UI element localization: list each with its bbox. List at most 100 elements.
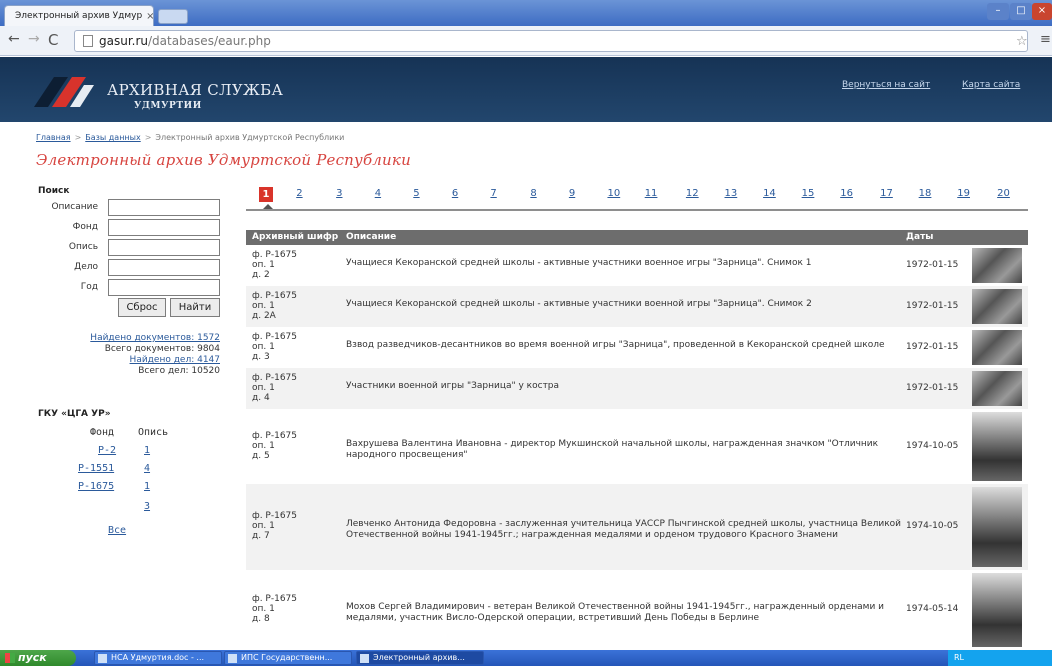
back-to-site-link[interactable]: Вернуться на сайт — [842, 80, 930, 90]
page-link[interactable]: 11 — [645, 188, 658, 199]
photo-thumbnail[interactable] — [972, 289, 1022, 324]
search-heading: Поиск — [38, 186, 70, 196]
site-header: АРХИВНАЯ СЛУЖБА УДМУРТИИ Вернуться на са… — [0, 57, 1052, 122]
page-link[interactable]: 9 — [569, 188, 575, 199]
record-description[interactable]: Левченко Антонида Федоровна - заслуженна… — [346, 519, 906, 541]
find-button[interactable]: Найти — [170, 298, 220, 317]
window-minimize-button[interactable]: – — [987, 3, 1009, 20]
window-maximize-button[interactable]: □ — [1010, 3, 1032, 20]
all-funds-link[interactable]: Все — [108, 525, 126, 536]
opis-link[interactable]: 1 — [144, 481, 150, 492]
browser-titlebar: Электронный архив Удмур × – □ × — [0, 0, 1052, 26]
address-bar[interactable]: gasur.ru/databases/eaur.php — [74, 30, 1028, 52]
photo-thumbnail[interactable] — [972, 330, 1022, 365]
photo-thumbnail[interactable] — [972, 371, 1022, 406]
page-link[interactable]: 5 — [413, 188, 419, 199]
fond-link[interactable]: Р-2 — [98, 445, 116, 456]
record-description[interactable]: Взвод разведчиков-десантников во время в… — [346, 340, 906, 351]
record-description[interactable]: Вахрушева Валентина Ивановна - директор … — [346, 439, 906, 461]
record-description[interactable]: Мохов Сергей Владимирович - ветеран Вели… — [346, 602, 906, 624]
page-link[interactable]: 4 — [375, 188, 381, 199]
table-row[interactable]: ф. Р-1675 оп. 1 д. 2А Учащиеся Кекоранско… — [246, 286, 1028, 327]
page-link[interactable]: 19 — [957, 188, 970, 199]
page-link[interactable]: 2 — [296, 188, 302, 199]
page-link[interactable]: 3 — [336, 188, 342, 199]
pagination: 1 2 3 4 5 6 7 8 9 10 11 12 13 14 15 16 17 18 19 20 — [259, 187, 1029, 208]
page-link[interactable]: 6 — [452, 188, 458, 199]
col-desc-header: Описание — [346, 232, 397, 242]
table-row[interactable]: ф. Р-1675 оп. 1 д. 8 Мохов Сергей Владими… — [246, 570, 1028, 650]
page-link[interactable]: 8 — [530, 188, 536, 199]
browser-tab[interactable]: Электронный архив Удмур × — [4, 5, 154, 26]
page-link[interactable]: 20 — [997, 188, 1010, 199]
page-link[interactable]: 13 — [725, 188, 738, 199]
fond-link[interactable]: Р-1551 — [78, 463, 114, 474]
breadcrumb-databases-link[interactable]: Базы данных — [85, 133, 140, 142]
url-path: /databases/eaur.php — [148, 34, 271, 48]
org-name: АРХИВНАЯ СЛУЖБА — [107, 81, 284, 99]
taskbar-item[interactable]: НСА Удмуртия.doc - ... — [94, 651, 222, 665]
photo-thumbnail[interactable] — [972, 248, 1022, 283]
reload-icon[interactable]: C — [48, 31, 58, 49]
page-link[interactable]: 10 — [607, 188, 620, 199]
start-button[interactable]: пуск — [0, 650, 76, 666]
opis-link[interactable]: 4 — [144, 463, 150, 474]
page-link[interactable]: 7 — [490, 188, 496, 199]
archive-code: ф. Р-1675 оп. 1 д. 4 — [252, 372, 297, 403]
record-description[interactable]: Участники военной игры "Зарница" у костр… — [346, 381, 906, 392]
windows-flag-icon — [5, 653, 15, 663]
fond-input[interactable] — [108, 219, 220, 236]
table-row[interactable]: ф. Р-1675 оп. 1 д. 3 Взвод разведчиков-де… — [246, 327, 1028, 368]
photo-thumbnail[interactable] — [972, 487, 1022, 567]
window-close-button[interactable]: × — [1032, 3, 1052, 20]
delo-input[interactable] — [108, 259, 220, 276]
found-cases-stat[interactable]: Найдено дел: 4147 — [130, 355, 220, 365]
page-link-active[interactable]: 1 — [259, 187, 273, 202]
opis-link[interactable]: 3 — [144, 501, 150, 512]
page-link[interactable]: 14 — [763, 188, 776, 199]
language-indicator[interactable]: RL — [954, 653, 964, 662]
table-row[interactable]: ф. Р-1675 оп. 1 д. 5 Вахрушева Валентина … — [246, 409, 1028, 484]
page-link[interactable]: 12 — [686, 188, 699, 199]
record-date: 1974-10-05 — [906, 440, 959, 451]
record-date: 1974-10-05 — [906, 521, 959, 531]
page-link[interactable]: 15 — [802, 188, 815, 199]
page-link[interactable]: 16 — [840, 188, 853, 199]
record-date: 1972-01-15 — [906, 300, 959, 311]
photo-thumbnail[interactable] — [972, 412, 1022, 481]
table-row[interactable]: ф. Р-1675 оп. 1 д. 2 Учащиеся Кекоранской… — [246, 245, 1028, 286]
page-link[interactable]: 17 — [880, 188, 893, 199]
sitemap-link[interactable]: Карта сайта — [962, 80, 1020, 90]
breadcrumb-home-link[interactable]: Главная — [36, 133, 71, 142]
found-cases-link[interactable]: Найдено дел: 4147 — [130, 355, 220, 365]
archive-logo-icon[interactable] — [34, 71, 94, 107]
found-documents-link[interactable]: Найдено документов: 1572 — [90, 333, 220, 343]
taskbar-item[interactable]: Электронный архив... — [356, 651, 484, 665]
breadcrumb: Главная > Базы данных > Электронный архив Уд… — [36, 133, 344, 142]
bookmark-star-icon[interactable]: ☆ — [1016, 34, 1028, 49]
reset-button[interactable]: Сброс — [118, 298, 166, 317]
page-link[interactable]: 18 — [919, 188, 932, 199]
taskbar-item[interactable]: ИПС Государственн... — [224, 651, 352, 665]
opis-input[interactable] — [108, 239, 220, 256]
found-documents-stat[interactable]: Найдено документов: 1572 — [90, 333, 220, 343]
col-date-header: Даты — [906, 232, 934, 242]
fond-link[interactable]: Р-1675 — [78, 481, 114, 492]
new-tab-button[interactable] — [158, 9, 188, 24]
opis-link[interactable]: 1 — [144, 445, 150, 456]
record-description[interactable]: Учащиеся Кекоранской средней школы - акт… — [346, 299, 906, 310]
table-row[interactable]: ф. Р-1675 оп. 1 д. 7 Левченко Антонида Фе… — [246, 484, 1028, 570]
browser-toolbar: ← → C gasur.ru/databases/eaur.php ☆ ≡ — [0, 26, 1052, 56]
tab-close-icon[interactable]: × — [146, 11, 153, 22]
archive-code: ф. Р-1675 оп. 1 д. 2 — [252, 249, 297, 280]
archive-code: ф. Р-1675 оп. 1 д. 2А — [252, 290, 297, 321]
year-input[interactable] — [108, 279, 220, 296]
table-row[interactable]: ф. Р-1675 оп. 1 д. 4 Участники военной иг… — [246, 368, 1028, 409]
photo-thumbnail[interactable] — [972, 573, 1022, 647]
menu-wrench-icon[interactable]: ≡ — [1040, 32, 1051, 47]
record-description[interactable]: Учащиеся Кекоранской средней школы - акт… — [346, 258, 906, 269]
back-arrow-icon[interactable]: ← — [8, 31, 20, 47]
description-input[interactable] — [108, 199, 220, 216]
forward-arrow-icon[interactable]: → — [28, 31, 40, 47]
archive-code: ф. Р-1675 оп. 1 д. 7 — [252, 511, 297, 541]
